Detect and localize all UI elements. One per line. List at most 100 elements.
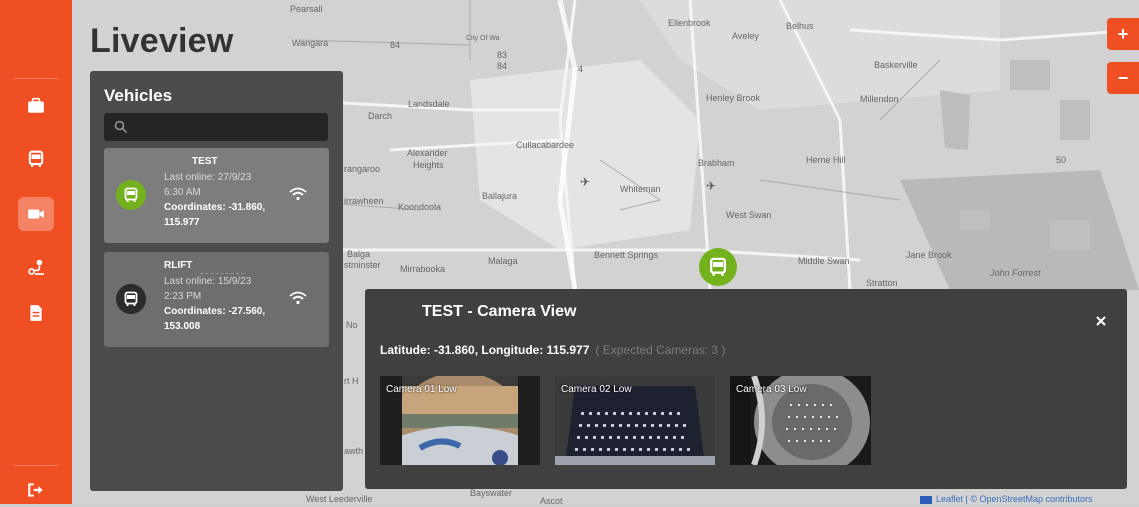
- expected-cameras-text: ( Expected Cameras: 3 ): [595, 343, 726, 357]
- video-camera-icon: [28, 209, 44, 219]
- dialog-title: TEST - Camera View: [422, 303, 577, 320]
- route-icon: [28, 259, 44, 275]
- map-label: Herne Hill: [806, 155, 846, 165]
- map-label: 84: [390, 40, 400, 50]
- vehicle-last-online-time: 2:23 PM: [164, 291, 202, 302]
- zoom-in-button[interactable]: +: [1107, 18, 1139, 50]
- side-nav: [0, 0, 72, 504]
- map-label: Jane Brook: [906, 250, 952, 260]
- redaction-mark: [200, 261, 244, 274]
- map-label: stminster: [344, 260, 381, 270]
- latitude-longitude-text: Latitude: -31.860, Longitude: 115.977: [380, 343, 590, 357]
- bus-icon: [124, 187, 138, 202]
- airport-icon: ✈: [706, 179, 716, 193]
- vehicle-map-marker[interactable]: [699, 248, 737, 286]
- map-label: Alexander: [407, 148, 448, 158]
- map-label: West Swan: [726, 210, 771, 220]
- map-label: Middle Swan: [798, 256, 850, 266]
- zoom-out-button[interactable]: −: [1107, 62, 1139, 94]
- vehicle-last-online: Last online: 15/9/23: [164, 276, 252, 287]
- map-label: Koondoola: [398, 202, 441, 212]
- vehicle-status-avatar: [116, 284, 146, 314]
- page-title: Liveview: [90, 22, 234, 60]
- vehicles-panel: Vehicles TEST Last online: 27/9/23 6:30 …: [90, 71, 343, 491]
- vehicle-coordinates: Coordinates: -27.560,: [164, 306, 266, 317]
- map-label: Ascot: [540, 496, 563, 504]
- map-label: Heights: [413, 160, 444, 170]
- bus-icon: [710, 257, 726, 276]
- map-label: Whiteman: [620, 184, 661, 194]
- map-label: Millendon: [860, 94, 899, 104]
- map-label: Wangara: [292, 38, 328, 48]
- nav-item-briefcase[interactable]: [18, 89, 54, 123]
- map-label: Balga: [347, 249, 370, 259]
- document-icon: [30, 305, 42, 321]
- map-label: irrawheen: [344, 196, 384, 206]
- nav-divider: [14, 78, 58, 79]
- map-label: Stratton: [866, 278, 898, 288]
- bus-icon: [28, 150, 44, 167]
- vehicle-coordinates: Coordinates: -31.860,: [164, 202, 266, 213]
- camera-thumbnail[interactable]: Camera 02 Low: [555, 376, 715, 465]
- map-label: rt H: [344, 376, 359, 386]
- map-label: 83: [497, 50, 507, 60]
- vehicle-list-item[interactable]: TEST Last online: 27/9/23 6:30 AM Coordi…: [104, 148, 329, 243]
- map-label: City Of Wa: [466, 35, 500, 42]
- vehicle-search-input[interactable]: [104, 113, 328, 141]
- dialog-coordinates: Latitude: -31.860, Longitude: 115.977 ( E…: [380, 343, 725, 357]
- nav-item-reports[interactable]: [18, 296, 54, 330]
- nav-item-routes[interactable]: [18, 250, 54, 284]
- wifi-icon: [289, 291, 307, 305]
- search-icon: [114, 120, 128, 134]
- map-label: Mirrabooka: [400, 264, 445, 274]
- briefcase-icon: [28, 97, 44, 113]
- vehicle-name: TEST: [192, 156, 218, 167]
- camera-thumbnail[interactable]: Camera 03 Low: [730, 376, 871, 465]
- map-label: Darch: [368, 111, 392, 121]
- camera-label: Camera 01 Low: [386, 384, 457, 395]
- map-label: Brabham: [698, 158, 735, 168]
- map-label: Pearsall: [290, 4, 323, 14]
- nav-divider: [14, 465, 58, 466]
- map-label: Malaga: [488, 256, 518, 266]
- map-label: Baskerville: [874, 60, 918, 70]
- map-label: 50: [1056, 155, 1066, 165]
- map-label: Henley Brook: [706, 93, 761, 103]
- vehicle-status-avatar: [116, 180, 146, 210]
- map-label: No: [346, 320, 358, 330]
- wifi-icon: [289, 187, 307, 201]
- map-label: 84: [497, 61, 507, 71]
- camera-label: Camera 03 Low: [736, 384, 807, 395]
- map-label: John Forrest: [989, 268, 1041, 278]
- vehicle-list-item[interactable]: RLIFT Last online: 15/9/23 2:23 PM Coord…: [104, 252, 329, 347]
- map-label: West Leederville: [306, 494, 372, 504]
- map-label: Belhus: [786, 21, 814, 31]
- airport-icon: ✈: [580, 175, 590, 189]
- nav-item-liveview[interactable]: [18, 197, 54, 231]
- vehicle-details: Last online: 15/9/23 2:23 PM Coordinates…: [164, 274, 294, 334]
- map-label: Aveley: [732, 31, 759, 41]
- map-label: Ballajura: [482, 191, 517, 201]
- camera-label: Camera 02 Low: [561, 384, 632, 395]
- vehicle-details: Last online: 27/9/23 6:30 AM Coordinates…: [164, 170, 294, 230]
- nav-item-vehicles[interactable]: [18, 142, 54, 176]
- map-label: Landsdale: [408, 99, 450, 109]
- map-label: rangaroo: [344, 164, 380, 174]
- close-icon[interactable]: [1093, 313, 1109, 329]
- sign-out-icon: [28, 483, 43, 497]
- map-label: Ellenbrook: [668, 18, 711, 28]
- map-label: Cullacabardee: [516, 140, 574, 150]
- logout-button[interactable]: [18, 473, 54, 507]
- vehicle-last-online: Last online: 27/9/23: [164, 172, 252, 183]
- map-label: Bennett Springs: [594, 250, 659, 260]
- camera-thumbnail[interactable]: Camera 01 Low: [380, 376, 540, 465]
- bus-icon: [124, 291, 138, 306]
- map-label: Bayswater: [470, 488, 512, 498]
- vehicle-coordinates-cont: 153.008: [164, 321, 201, 332]
- map-attribution[interactable]: Leaflet | © OpenStreetMap contributors: [920, 494, 1093, 504]
- vehicle-name: RLIFT: [164, 260, 193, 271]
- camera-view-dialog: TEST - Camera View Latitude: -31.860, Lo…: [365, 289, 1127, 489]
- map-label: 4: [578, 64, 583, 74]
- vehicle-last-online-time: 6:30 AM: [164, 187, 201, 198]
- map-label: awth: [344, 446, 363, 456]
